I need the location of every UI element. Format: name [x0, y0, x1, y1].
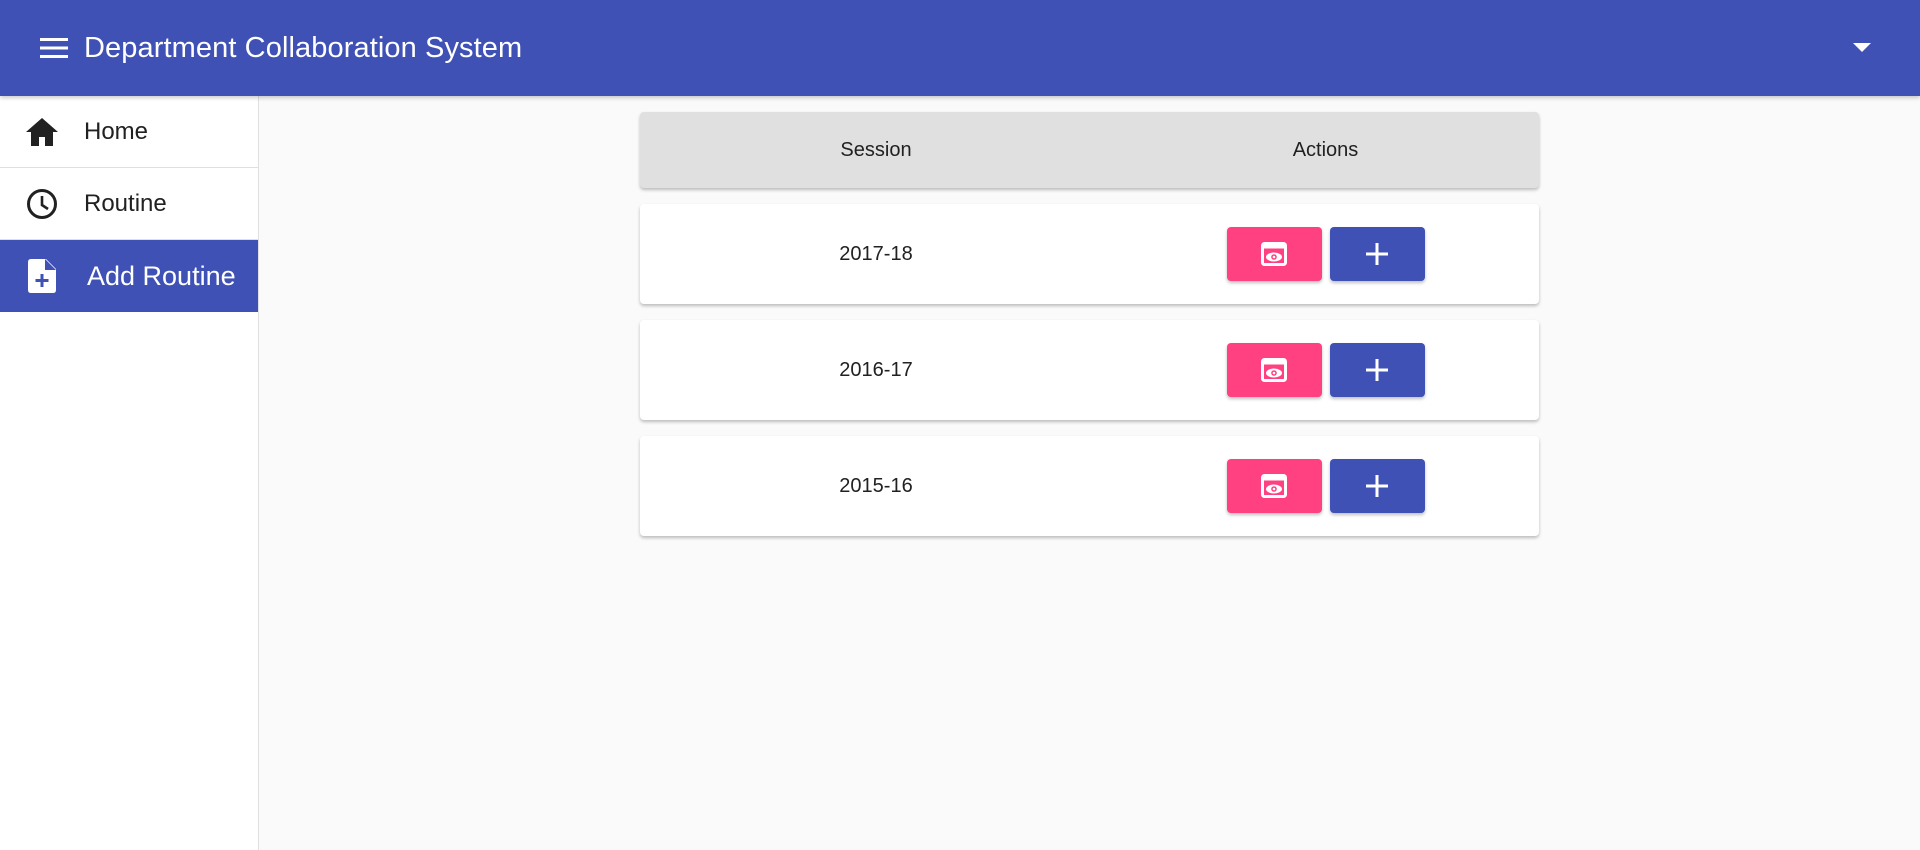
- app-title: Department Collaboration System: [84, 31, 523, 64]
- sidebar-item-add-routine[interactable]: Add Routine: [0, 240, 258, 312]
- home-icon: [24, 114, 60, 150]
- table-header: Session Actions: [640, 112, 1539, 188]
- app-bar: Department Collaboration System: [0, 0, 1920, 96]
- session-cell: 2016-17: [839, 358, 913, 381]
- table-row: 2016-17: [640, 320, 1539, 420]
- arrow-drop-down-icon: [1853, 43, 1871, 52]
- row-actions: [1112, 459, 1539, 513]
- row-actions: [1112, 343, 1539, 397]
- note-add-icon: [24, 258, 60, 294]
- view-button[interactable]: [1226, 343, 1322, 397]
- table-row: 2015-16: [640, 436, 1539, 536]
- row-actions: [1112, 227, 1539, 281]
- menu-button[interactable]: [34, 28, 74, 68]
- sidebar-item-home[interactable]: Home: [0, 96, 258, 168]
- view-icon: [1261, 242, 1287, 266]
- sessions-table: Session Actions 2017-18 2016-17 2015-16: [640, 112, 1539, 536]
- add-icon: [1366, 475, 1388, 497]
- session-cell: 2015-16: [839, 474, 913, 497]
- sidebar-item-label: Add Routine: [87, 260, 236, 291]
- sidebar-item-label: Routine: [84, 189, 167, 217]
- add-button[interactable]: [1329, 343, 1425, 397]
- column-header-actions: Actions: [1292, 138, 1359, 161]
- view-button[interactable]: [1226, 227, 1322, 281]
- sidebar: Home Routine Add Routine: [0, 96, 259, 850]
- sidebar-item-label: Home: [84, 117, 149, 145]
- view-icon: [1261, 358, 1287, 382]
- clock-icon: [24, 186, 60, 222]
- menu-icon: [40, 38, 68, 58]
- session-cell: 2017-18: [839, 242, 913, 265]
- table-row: 2017-18: [640, 204, 1539, 304]
- sidebar-item-routine[interactable]: Routine: [0, 168, 258, 240]
- add-button[interactable]: [1329, 227, 1425, 281]
- column-header-session: Session: [840, 138, 912, 161]
- add-icon: [1366, 359, 1388, 381]
- account-menu-button[interactable]: [1842, 28, 1882, 68]
- view-icon: [1261, 474, 1287, 498]
- add-button[interactable]: [1329, 459, 1425, 513]
- add-icon: [1366, 243, 1388, 265]
- view-button[interactable]: [1226, 459, 1322, 513]
